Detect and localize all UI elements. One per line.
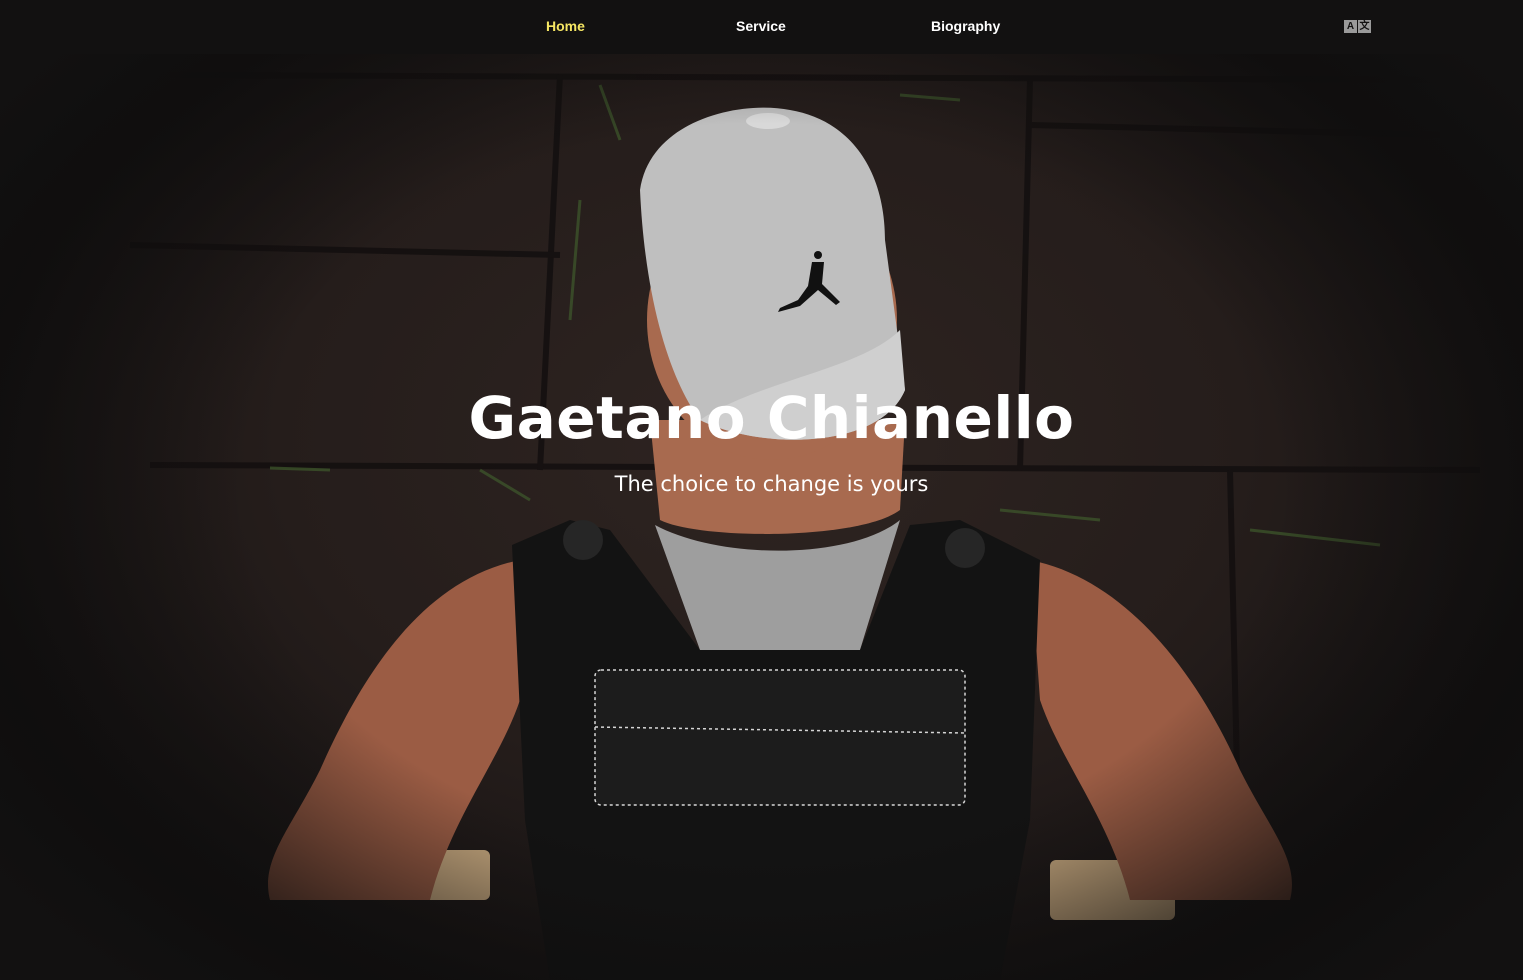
nav-item-home[interactable]: Home — [546, 18, 585, 34]
hero-subtitle: The choice to change is yours — [614, 472, 929, 496]
translate-icon: A — [1344, 20, 1357, 33]
page: Home Service Biography A 文 Gaetano Chian… — [0, 0, 1523, 980]
translate-icon-glyph: 文 — [1358, 20, 1371, 33]
hero-title: Gaetano Chianello — [468, 384, 1075, 452]
nav-item-service[interactable]: Service — [736, 18, 786, 34]
top-navbar: Home Service Biography A 文 — [0, 0, 1523, 54]
nav-item-biography[interactable]: Biography — [931, 18, 1000, 34]
language-switch-button[interactable]: A 文 — [1344, 20, 1372, 34]
